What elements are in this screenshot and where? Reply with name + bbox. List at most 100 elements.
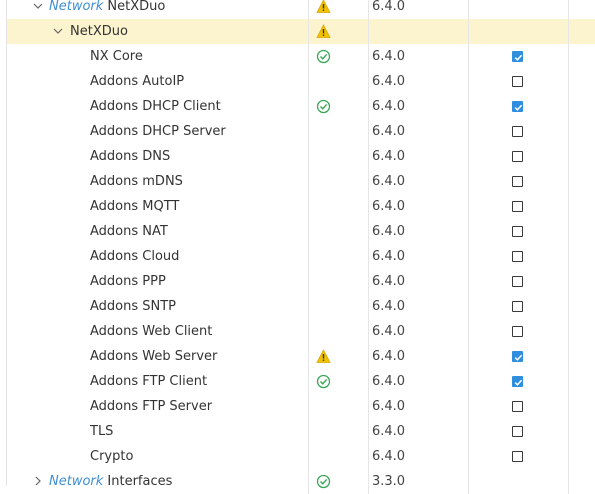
select-checkbox[interactable] [512,401,523,412]
name-cell: Addons SNTP [7,294,309,319]
select-checkbox[interactable] [512,451,523,462]
version-label: 6.4.0 [372,449,406,464]
select-checkbox[interactable] [512,226,523,237]
component-name: Addons AutoIP [90,74,185,89]
selection-cell [469,0,569,19]
version-label: 6.4.0 [372,274,406,289]
tree-row[interactable]: TLS 6.4.0 [7,419,595,444]
version-label: 6.4.0 [372,399,406,414]
name-cell: Addons Web Server [7,344,309,369]
component-label: Addons FTP Client [90,369,207,394]
select-checkbox[interactable] [512,151,523,162]
component-name: Addons FTP Server [90,399,213,414]
tree-row[interactable]: Addons Web Client 6.4.0 [7,319,595,344]
component-label: Addons DHCP Client [90,94,221,119]
status-cell [309,144,369,169]
version-label: 6.4.0 [372,299,406,314]
tree-row[interactable]: Addons DHCP Server 6.4.0 [7,119,595,144]
extra-cell [569,369,595,394]
extra-cell [569,319,595,344]
component-label: Addons Cloud [90,244,179,269]
component-label: Addons SNTP [90,294,176,319]
tree-row[interactable]: Network NetXDuo 6.4.0 [7,0,595,19]
tree-row[interactable]: NetXDuo [7,19,595,44]
version-cell: 6.4.0 [369,44,469,69]
select-checkbox[interactable] [512,276,523,287]
version-cell: 6.4.0 [369,0,469,19]
version-label: 6.4.0 [372,349,406,364]
status-cell [309,344,369,369]
component-label: TLS [90,419,113,444]
version-label: 6.4.0 [372,224,406,239]
version-label: 6.4.0 [372,249,406,264]
chevron-down-icon[interactable] [53,26,63,36]
version-cell: 6.4.0 [369,294,469,319]
select-checkbox[interactable] [512,101,523,112]
tree-row[interactable]: Crypto 6.4.0 [7,444,595,469]
select-checkbox[interactable] [512,51,523,62]
status-cell [309,394,369,419]
chevron-down-icon[interactable] [33,1,43,11]
version-label: 6.4.0 [372,324,406,339]
status-cell [309,244,369,269]
select-checkbox[interactable] [512,301,523,312]
chevron-right-icon[interactable] [33,476,43,486]
name-cell: Network Interfaces [7,469,309,494]
tree-row[interactable]: Addons MQTT 6.4.0 [7,194,595,219]
select-checkbox[interactable] [512,201,523,212]
version-cell: 6.4.0 [369,344,469,369]
extra-cell [569,469,595,494]
tree-row[interactable]: Addons DNS 6.4.0 [7,144,595,169]
version-label: 6.4.0 [372,99,406,114]
selection-cell [469,144,569,169]
extra-cell [569,119,595,144]
version-cell: 6.4.0 [369,194,469,219]
name-cell: Addons Web Client [7,319,309,344]
tree-row[interactable]: Addons Web Server 6.4.0 [7,344,595,369]
component-label: Addons FTP Server [90,394,212,419]
version-cell: 6.4.0 [369,319,469,344]
select-checkbox[interactable] [512,126,523,137]
version-label: 6.4.0 [372,0,406,14]
selection-cell [469,44,569,69]
name-cell: Addons mDNS [7,169,309,194]
name-cell: Addons Cloud [7,244,309,269]
status-cell [309,369,369,394]
version-cell: 6.4.0 [369,169,469,194]
tree-row[interactable]: Addons SNTP 6.4.0 [7,294,595,319]
select-checkbox[interactable] [512,376,523,387]
check-circle-icon [316,474,331,489]
status-cell [309,444,369,469]
component-label: Addons Web Server [90,344,217,369]
tree-row[interactable]: Addons DHCP Client 6.4.0 [7,94,595,119]
tree-row[interactable]: Addons Cloud 6.4.0 [7,244,595,269]
select-checkbox[interactable] [512,326,523,337]
version-label: 6.4.0 [372,199,406,214]
extra-cell [569,144,595,169]
tree-row[interactable]: Addons PPP 6.4.0 [7,269,595,294]
check-circle-icon [316,99,331,114]
warning-icon [316,24,331,38]
tree-row[interactable]: Addons NAT 6.4.0 [7,219,595,244]
select-checkbox[interactable] [512,426,523,437]
version-cell: 6.4.0 [369,69,469,94]
extra-cell [569,0,595,19]
select-checkbox[interactable] [512,251,523,262]
component-name: Addons DHCP Server [90,124,226,139]
tree-row[interactable]: Addons FTP Server 6.4.0 [7,394,595,419]
select-checkbox[interactable] [512,176,523,187]
component-name: Addons DHCP Client [90,99,221,114]
version-label: 6.4.0 [372,174,406,189]
tree-row[interactable]: Addons mDNS 6.4.0 [7,169,595,194]
tree-row[interactable]: Addons AutoIP 6.4.0 [7,69,595,94]
extra-cell [569,344,595,369]
select-checkbox[interactable] [512,351,523,362]
component-name: Addons SNTP [90,299,177,314]
select-checkbox[interactable] [512,76,523,87]
tree-row[interactable]: NX Core 6.4.0 [7,44,595,69]
component-name: Addons mDNS [90,174,183,189]
version-cell: 6.4.0 [369,219,469,244]
name-cell: TLS [7,419,309,444]
tree-row[interactable]: Addons FTP Client 6.4.0 [7,369,595,394]
tree-row[interactable]: Network Interfaces 3.3.0 [7,469,595,494]
